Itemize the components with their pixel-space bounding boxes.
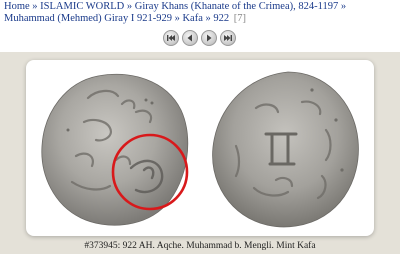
item-count: [7] (233, 13, 246, 24)
coin-image (41, 71, 359, 228)
breadcrumb-separator: » (340, 1, 347, 12)
next-icon (207, 34, 212, 42)
coin-obverse (41, 73, 189, 226)
breadcrumb-separator: » (174, 13, 180, 24)
breadcrumb-separator: » (205, 13, 211, 24)
last-page-icon (224, 35, 232, 41)
breadcrumb-giray-khans[interactable]: Giray Khans (Khanate of the Crimea), 824… (135, 1, 338, 12)
breadcrumb-separator: » (32, 1, 38, 12)
first-page-icon (167, 35, 175, 41)
breadcrumb-kafa[interactable]: Kafa (182, 13, 202, 24)
previous-button[interactable] (182, 30, 198, 46)
breadcrumb-muhammad-giray[interactable]: Muhammad (Mehmed) Giray I 921-929 (4, 13, 172, 24)
first-page-button[interactable] (163, 30, 179, 46)
breadcrumb: Home » ISLAMIC WORLD » Giray Khans (Khan… (4, 1, 396, 25)
last-page-button[interactable] (220, 30, 236, 46)
breadcrumb-islamic-world[interactable]: ISLAMIC WORLD (40, 1, 124, 12)
breadcrumb-home[interactable]: Home (4, 1, 30, 12)
next-button[interactable] (201, 30, 217, 46)
coin-image-card[interactable] (26, 60, 374, 236)
coin-reverse (212, 71, 359, 228)
breadcrumb-year[interactable]: 922 (213, 13, 229, 24)
previous-icon (187, 34, 192, 42)
image-caption: #373945: 922 AH. Aqche. Muhammad b. Meng… (84, 241, 316, 251)
image-frame (0, 52, 400, 254)
breadcrumb-separator: » (126, 1, 133, 12)
pagination-nav (163, 30, 236, 46)
